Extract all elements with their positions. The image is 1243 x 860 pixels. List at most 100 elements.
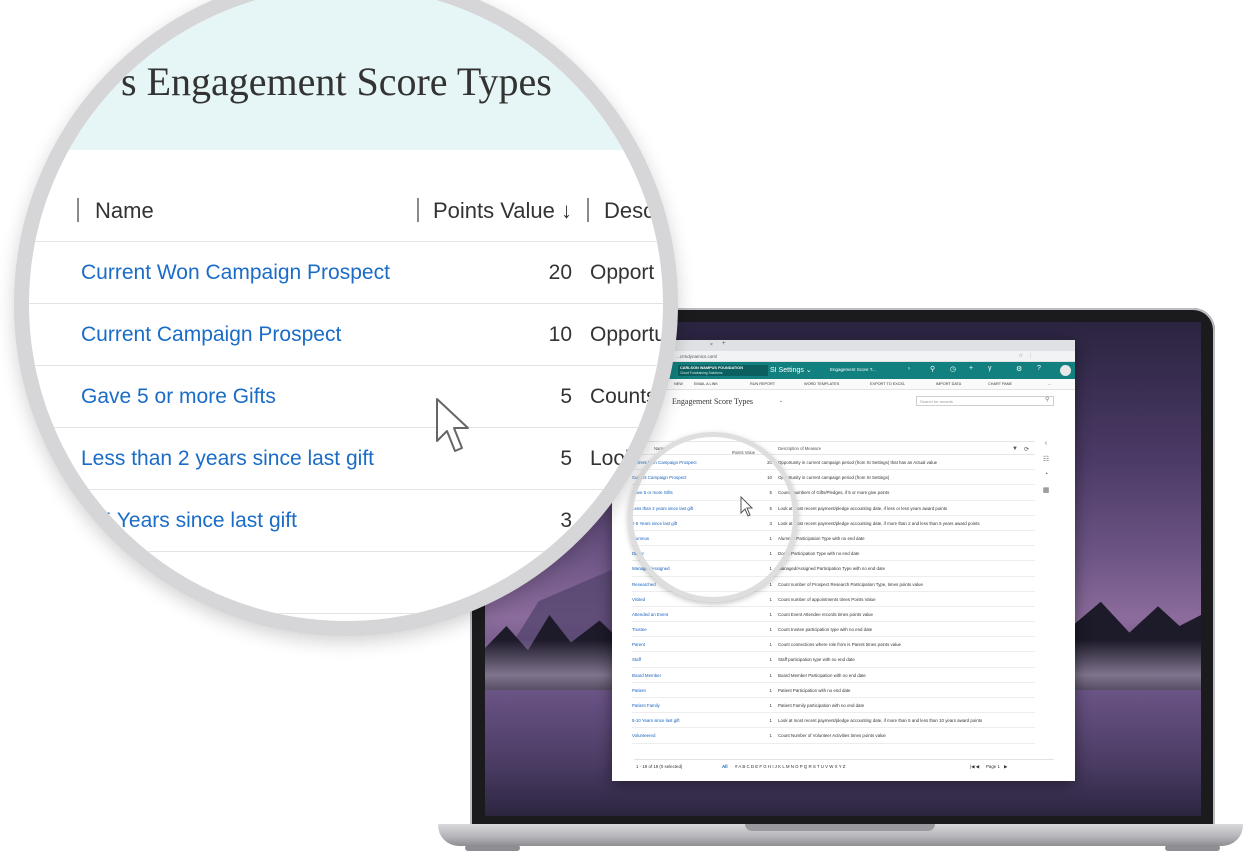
record-name-link[interactable]: Patient	[632, 688, 646, 693]
filter-icon[interactable]: ▼	[1012, 446, 1018, 452]
description-text: Managed/Assigned Participation Type with…	[778, 566, 886, 572]
chart-pane-button[interactable]: CHART PANE	[988, 382, 1012, 386]
first-page-button[interactable]: |◀ ◀	[970, 764, 979, 770]
points-value: 3	[560, 509, 572, 532]
magnified-view: s Engagement Score Types Name Points Val…	[14, 0, 678, 636]
record-name-link[interactable]: Board Member	[632, 673, 661, 678]
table-row[interactable]: Less than 2 years since last gift 5 Look a	[29, 428, 663, 490]
table-row[interactable]: 5-10 Years since last gift 1 Look at most …	[632, 713, 1035, 729]
import-data-button[interactable]: IMPORT DATA	[936, 382, 961, 386]
table-row[interactable]: Attended an Event 1 Count Event Attendee r…	[632, 607, 1035, 623]
table-row[interactable]: Gave 5 or more Gifts 5 Counts	[29, 366, 663, 428]
points-value: 1	[769, 611, 772, 617]
record-name-link[interactable]: Patient Family	[632, 703, 660, 708]
table-row[interactable]: 2-5 Years since last gift 3 Lo	[29, 490, 663, 552]
table-row[interactable]: Current Won Campaign Prospect 20 Opport	[29, 242, 663, 304]
points-value: 1	[769, 657, 772, 663]
description-text: Count number of Prospect Research Partic…	[778, 581, 923, 587]
table-row[interactable]: Parent 1 Count connections where role from…	[632, 637, 1035, 653]
address-bar[interactable]: ...crmdynamics.com/ ☆ ⋮	[612, 351, 1075, 362]
description-text: Opportu	[590, 323, 666, 346]
record-name-link[interactable]: 5-10 Years since last gift	[632, 718, 680, 723]
tab-bar: × +	[612, 340, 1075, 351]
run-report-button[interactable]: RUN REPORT	[750, 382, 775, 386]
points-value: 20	[548, 261, 572, 284]
description-text: Look at most recent payment/pledge accou…	[778, 520, 980, 526]
expand-icon[interactable]: ‹	[1039, 440, 1053, 447]
description-text: Patient Participation with no end date	[778, 687, 851, 693]
points-value: 5	[560, 447, 572, 470]
table-row[interactable]: Current Campaign Prospect 10 Opportu	[29, 304, 666, 366]
table-row[interactable]: Volunteered 1 Count Number of Volunteer Ac…	[632, 728, 1035, 744]
record-name-link[interactable]: Current Won Campaign Prospect	[81, 261, 390, 285]
description-text: Count connections where role from is Par…	[778, 642, 901, 648]
timeline-icon[interactable]: ☷	[1039, 455, 1053, 463]
description-text: Staff participation type with no end dat…	[778, 657, 855, 663]
filter-icon[interactable]: γ	[988, 365, 992, 372]
record-name-link[interactable]: Volunteered	[632, 733, 655, 738]
table-row[interactable]: Patient 1 Patient Participation with no en…	[632, 683, 1035, 698]
column-header-description[interactable]: Description of Measure	[778, 446, 821, 451]
table-row[interactable]: Trustee 1 Count trustee participation type…	[632, 622, 1035, 638]
magnified-column-points[interactable]: Points Value ↓	[433, 198, 572, 224]
email-link-button[interactable]: EMAIL A LINK	[694, 382, 718, 386]
letter-filter-all[interactable]: All	[722, 764, 728, 769]
table-row[interactable]: Staff 1 Staff participation type with no e…	[632, 652, 1035, 668]
history-icon[interactable]: ◷	[950, 365, 956, 373]
description-text: Count trustee participation type with no…	[778, 627, 873, 633]
table-row[interactable]: Alumnus 1	[29, 552, 663, 614]
stage: × + ...crmdynamics.com/ ☆ ⋮ CARLSON WAMP…	[0, 0, 1243, 860]
table-row[interactable]: Patient Family 1 Patient Family participat…	[632, 698, 1035, 714]
export-excel-button[interactable]: EXPORT TO EXCEL	[870, 382, 905, 386]
help-icon[interactable]: ?	[1037, 365, 1041, 372]
record-name-link[interactable]: Trustee	[632, 627, 647, 632]
points-value: 1	[769, 687, 772, 693]
breadcrumb-entity[interactable]: Engagement Score T...	[830, 367, 876, 372]
chevron-down-icon: ⌄	[805, 367, 812, 374]
magnified-column-description[interactable]: Desc	[604, 198, 654, 224]
record-name-link[interactable]: Less than 2 years since last gift	[81, 447, 374, 471]
description-text: Count Event Attendee records times point…	[778, 611, 873, 617]
org-subtitle: Cloud Fundraising Solutions	[680, 371, 723, 375]
magnified-column-name[interactable]: Name	[95, 198, 154, 224]
record-name-link[interactable]: 2-5 Years since last gift	[81, 509, 297, 533]
description-text: Look a	[590, 447, 654, 470]
dashboard-icon[interactable]: ▦	[1039, 486, 1053, 494]
points-value: 5	[560, 385, 572, 408]
area-selector[interactable]: SI Settings ⌄	[770, 366, 812, 374]
next-page-button[interactable]: ▶	[1004, 764, 1007, 770]
more-commands-button[interactable]: ...	[1048, 382, 1051, 386]
word-templates-button[interactable]: WORD TEMPLATES	[804, 382, 839, 386]
browser-menu-icon[interactable]: ⋮	[1028, 353, 1033, 359]
search-icon[interactable]: ⚲	[1045, 396, 1049, 403]
plus-icon[interactable]: +	[969, 365, 973, 372]
record-name-link[interactable]: Gave 5 or more Gifts	[81, 385, 276, 409]
new-button[interactable]: NEW	[674, 382, 683, 386]
page-indicator: Page 1	[986, 764, 1000, 769]
chevron-right-icon[interactable]: ›	[908, 366, 910, 372]
avatar[interactable]	[1060, 365, 1071, 376]
record-name-link[interactable]: Staff	[632, 657, 641, 662]
description-text: Opport	[590, 261, 655, 284]
url-text[interactable]: ...crmdynamics.com/	[676, 354, 717, 359]
points-value: 1	[769, 672, 772, 678]
view-title[interactable]: Engagement Score Types	[672, 397, 753, 406]
search-icon[interactable]: ⚲	[930, 365, 935, 373]
record-name-link[interactable]: Parent	[632, 642, 645, 647]
gear-icon[interactable]: ⚙	[1016, 365, 1022, 373]
mouse-cursor-icon	[436, 398, 469, 452]
view-selector-chevron-icon[interactable]: ⌄	[779, 398, 783, 404]
tab-close-icon[interactable]: ×	[710, 342, 713, 348]
search-input[interactable]: Search for records	[916, 396, 1054, 406]
column-separator	[77, 198, 79, 222]
star-icon[interactable]: ☆	[1019, 353, 1023, 359]
org-name: CARLSON WAMPUS FOUNDATION	[680, 366, 743, 370]
chart-icon[interactable]: ◔	[1039, 471, 1053, 478]
letter-filter-bar[interactable]: # A B C D E F G H I J K L M N O P Q R S …	[735, 764, 845, 769]
record-name-link[interactable]: Alumnus	[81, 571, 163, 595]
refresh-icon[interactable]: ⟳	[1024, 446, 1029, 453]
new-tab-icon[interactable]: +	[722, 341, 726, 347]
points-value: 1	[769, 642, 772, 648]
record-name-link[interactable]: Current Campaign Prospect	[81, 323, 341, 347]
table-row[interactable]: Board Member 1 Board Member Participation …	[632, 668, 1035, 683]
